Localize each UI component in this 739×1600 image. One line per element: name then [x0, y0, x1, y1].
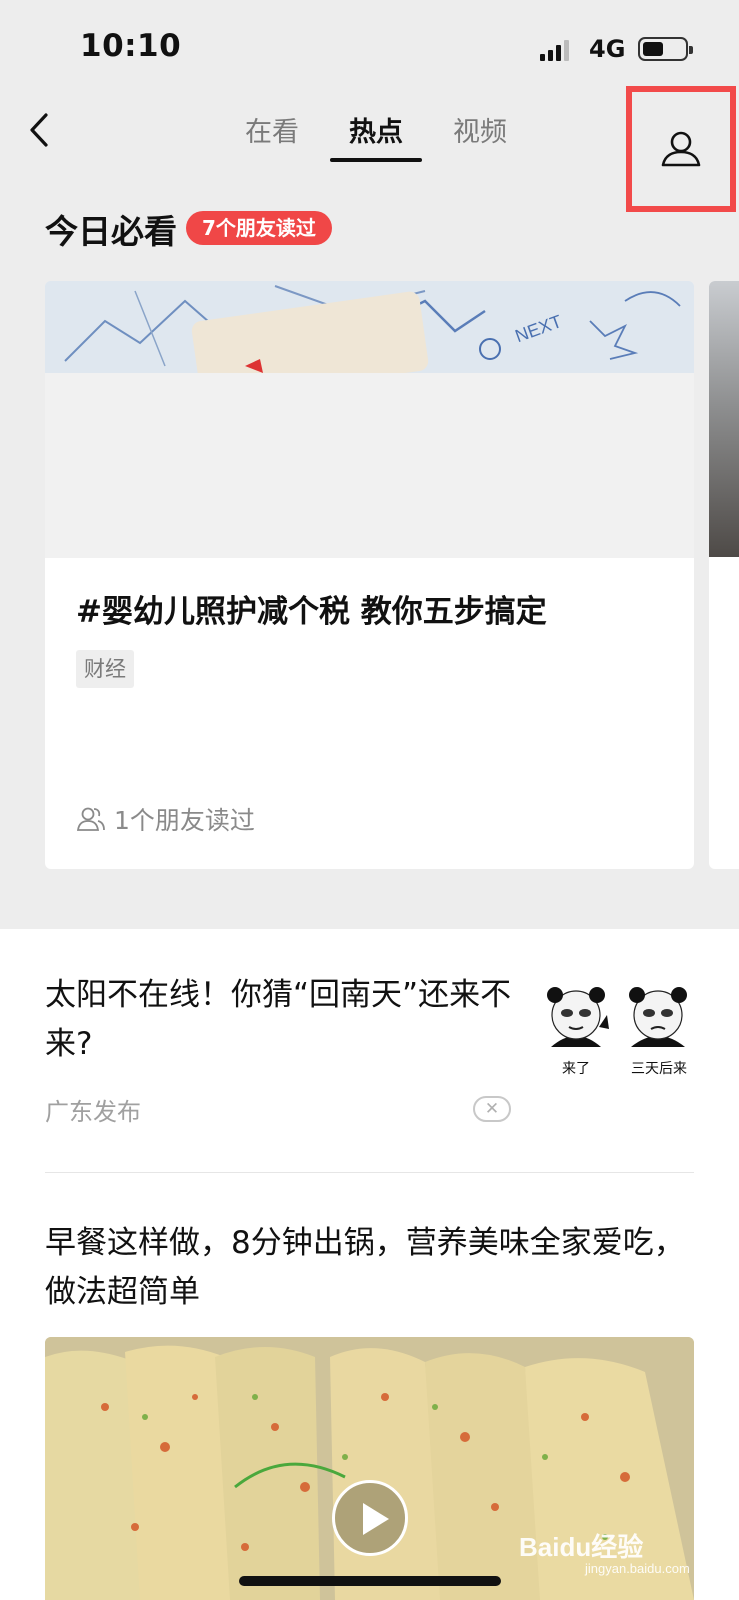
article-title: #婴幼儿照护减个税 教你五步搞定 — [76, 594, 547, 630]
status-time: 10:10 — [80, 28, 182, 64]
tab-video[interactable]: 视频 — [428, 110, 532, 162]
panda-meme-icon — [547, 987, 609, 1047]
article-feed: 太阳不在线！你猜“回南天”还来不来? 来了 三天后来 广东发布 ✕ 早餐这样做，… — [0, 929, 739, 1600]
status-bar: 10:10 4G — [0, 0, 739, 96]
watermark-logo: Baidu经验 — [519, 1532, 644, 1562]
friends-read-label: 1个朋友读过 — [114, 806, 255, 835]
category-tag: 财经 — [76, 650, 134, 688]
next-article-card-peek[interactable] — [709, 281, 739, 869]
dismiss-button[interactable]: ✕ — [473, 1096, 511, 1122]
featured-article-card[interactable]: NEXT #婴幼儿照护减个税 教你五步搞定 财经 1个朋友读过 — [45, 281, 694, 869]
profile-button[interactable] — [626, 86, 736, 212]
battery-icon — [638, 37, 693, 61]
back-button[interactable] — [20, 105, 60, 155]
feed-article-title[interactable]: 太阳不在线！你猜“回南天”还来不来? — [45, 971, 520, 1069]
chevron-left-icon — [30, 113, 48, 147]
feed-article-title[interactable]: 早餐这样做，8分钟出锅，营养美味全家爱吃，做法超简单 — [45, 1219, 700, 1317]
home-indicator[interactable] — [239, 1576, 501, 1586]
next-article-image — [709, 281, 739, 557]
panda-meme-icon — [629, 987, 687, 1047]
tab-zaikan[interactable]: 在看 — [220, 110, 324, 162]
article-source: 广东发布 — [45, 1098, 141, 1126]
friends-icon — [76, 807, 105, 831]
watermark-url: jingyan.baidu.com — [585, 1561, 690, 1576]
friends-read-badge: 7个朋友读过 — [186, 211, 332, 245]
network-label: 4G — [589, 35, 626, 63]
close-icon: ✕ — [484, 1099, 500, 1119]
divider — [45, 1172, 694, 1173]
article-cover-image: NEXT — [45, 281, 694, 373]
play-button[interactable] — [332, 1480, 408, 1556]
sticker-caption: 来了 — [562, 1061, 590, 1077]
friends-read-count: 1个朋友读过 — [76, 801, 255, 837]
person-icon — [661, 131, 701, 167]
sticker-caption: 三天后来 — [631, 1061, 687, 1077]
tab-hotspot[interactable]: 热点 — [324, 110, 428, 162]
section-title: 今日必看 — [45, 212, 177, 251]
article-thumbnail[interactable]: 来了 三天后来 — [541, 985, 696, 1085]
signal-icon — [540, 37, 569, 61]
article-image-placeholder — [45, 373, 694, 558]
tab-bar: 在看 热点 视频 — [220, 110, 532, 162]
